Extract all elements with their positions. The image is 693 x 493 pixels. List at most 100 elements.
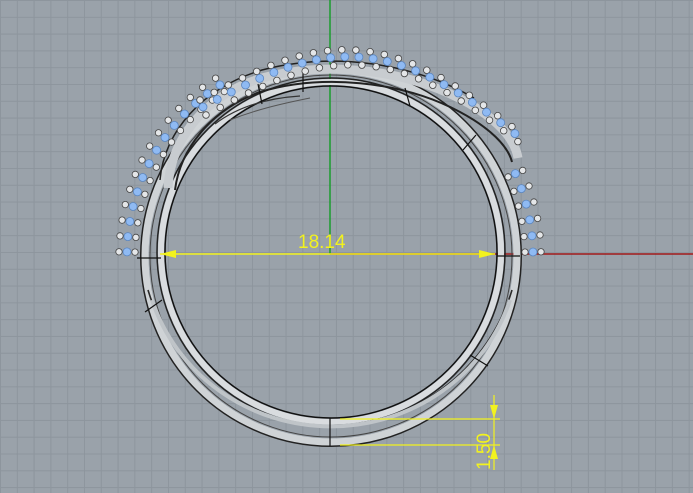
diamond-stone <box>453 88 463 98</box>
prong-bead <box>518 217 526 225</box>
prong-bead <box>423 66 431 74</box>
prong-bead <box>315 64 324 72</box>
prong-bead <box>281 56 289 64</box>
prong-bead <box>118 216 126 224</box>
prong-bead <box>224 81 232 89</box>
prong-bead <box>116 232 124 240</box>
prong-bead <box>253 67 261 76</box>
viewport-canvas[interactable]: 18.14 1.50 <box>0 0 693 493</box>
diamond-stone <box>180 109 189 119</box>
prong-bead <box>525 182 533 190</box>
prong-bead <box>530 198 538 206</box>
prong-bead <box>138 156 146 164</box>
prong-bead <box>510 187 518 195</box>
prong-bead <box>152 163 160 171</box>
prong-bead <box>216 103 224 112</box>
diamond-stone <box>396 61 406 70</box>
prong-bead <box>372 62 380 71</box>
prong-bead <box>132 233 140 241</box>
diamond-stone <box>368 54 378 64</box>
prong-bead <box>186 116 194 124</box>
diamond-stone <box>467 97 477 107</box>
prong-bead <box>537 248 545 256</box>
prong-bead <box>164 116 172 124</box>
diamond-stone <box>160 133 170 142</box>
diamond-stone <box>496 118 506 128</box>
prong-bead <box>520 233 528 241</box>
band-thickness-value: 1.50 <box>474 433 495 470</box>
prong-bead <box>154 129 163 137</box>
prong-bead <box>504 173 512 181</box>
prong-bead <box>394 54 403 63</box>
diamond-stone <box>527 231 537 241</box>
prong-bead <box>471 106 479 114</box>
diamond-stone <box>123 232 133 242</box>
prong-bead <box>176 126 185 135</box>
prong-bead <box>141 190 149 198</box>
prong-bead <box>267 61 275 70</box>
prong-bead <box>175 104 183 113</box>
prong-bead <box>366 48 374 56</box>
prong-bead <box>301 67 309 75</box>
diamond-stone <box>132 187 142 197</box>
prong-bead <box>131 170 139 178</box>
prong-bead <box>479 101 488 109</box>
prong-bead <box>159 150 167 158</box>
prong-bead <box>380 50 388 59</box>
diamond-stone <box>122 247 132 257</box>
prong-bead <box>220 88 228 96</box>
prong-bead <box>437 73 445 82</box>
prong-bead <box>386 65 394 74</box>
diamond-stone <box>525 215 535 225</box>
prong-bead <box>514 202 523 210</box>
prong-bead <box>457 97 465 105</box>
prong-bead <box>508 122 516 131</box>
prong-bead <box>323 47 332 55</box>
diamond-stone <box>169 121 179 130</box>
prong-bead <box>358 61 366 69</box>
diamond-stone <box>439 80 449 89</box>
prong-bead <box>115 248 123 256</box>
prong-bead <box>352 46 360 54</box>
prong-bead <box>210 88 218 97</box>
diamond-stone <box>510 129 520 139</box>
prong-bead <box>309 49 318 57</box>
prong-bead <box>338 46 346 54</box>
inner-diameter-dimension[interactable]: 18.14 <box>160 232 495 258</box>
diamond-stone <box>144 159 154 169</box>
diamond-stone <box>215 80 225 90</box>
diamond-stone <box>202 89 212 99</box>
prong-bead <box>521 248 529 256</box>
prong-bead <box>344 61 352 69</box>
prong-bead <box>146 177 154 185</box>
prong-bead <box>400 69 409 78</box>
cad-viewport-front[interactable]: 18.14 1.50 <box>0 0 693 493</box>
diamond-stone <box>382 57 392 66</box>
prong-bead <box>134 219 142 227</box>
diamond-stone <box>226 87 236 97</box>
prong-bead <box>273 76 281 85</box>
diamond-stone <box>138 173 148 182</box>
diamond-stone <box>311 55 321 65</box>
diamond-stone <box>128 202 138 211</box>
diamond-stone <box>354 52 364 62</box>
diamond-stone <box>340 52 350 62</box>
prong-bead <box>533 214 542 222</box>
prong-bead <box>536 231 544 239</box>
prong-bead <box>408 60 417 68</box>
prong-bead <box>259 82 267 91</box>
diamond-stone <box>326 53 336 63</box>
prong-bead <box>230 96 238 104</box>
prong-bead <box>212 74 220 82</box>
prong-bead <box>167 138 176 146</box>
prong-bead <box>514 137 522 146</box>
diamond-stone <box>517 184 526 194</box>
prong-bead <box>186 93 194 102</box>
prong-bead <box>202 111 210 119</box>
diamond-stone <box>411 66 421 76</box>
diamond-stone <box>125 217 135 226</box>
diamond-stone <box>297 58 307 68</box>
diamond-stone <box>152 145 162 155</box>
diamond-stone <box>482 107 491 117</box>
diamond-stone <box>528 247 538 257</box>
